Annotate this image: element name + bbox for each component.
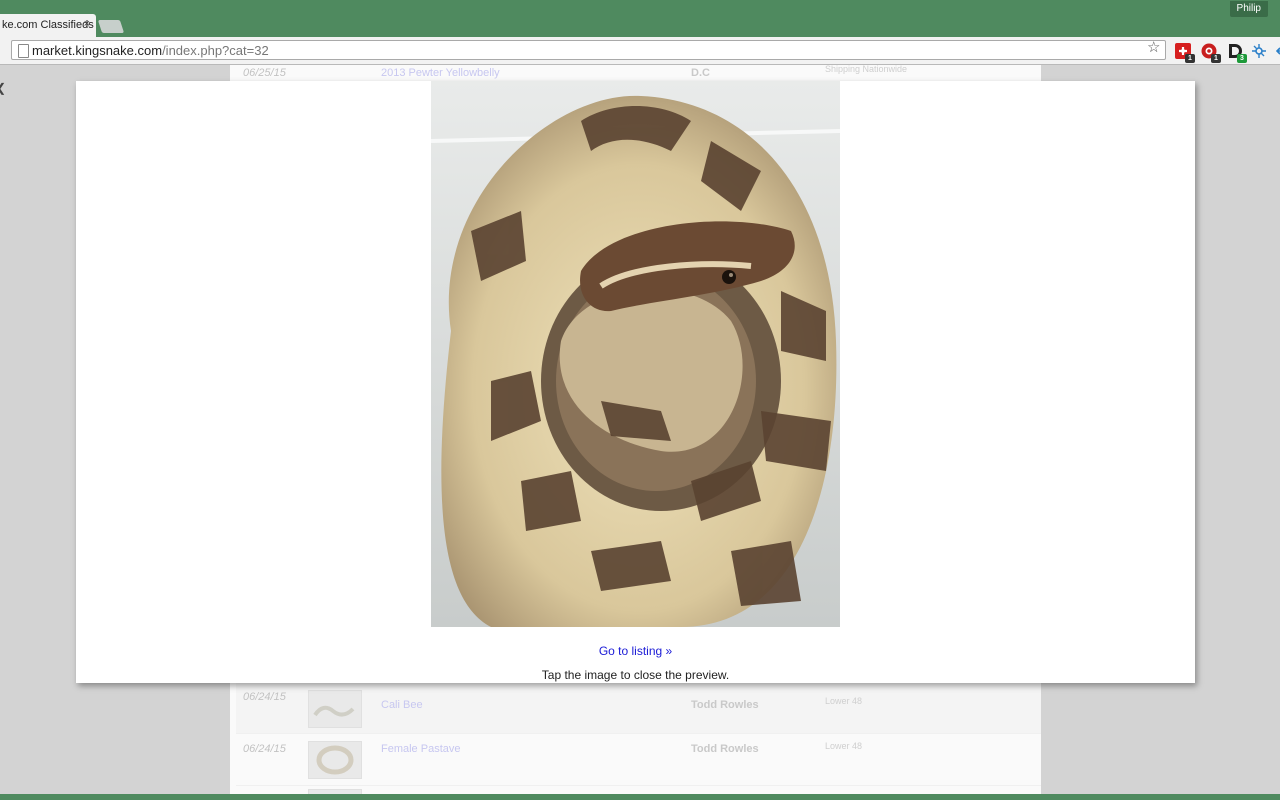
row-date: 06/25/15 (243, 67, 286, 79)
url-host: market.kingsnake.com (32, 43, 163, 58)
row-seller: Todd Rowles (691, 743, 759, 755)
row-shipping: Lower 48 (825, 741, 863, 751)
tab-title: ke.com Classifieds (2, 19, 94, 31)
table-row[interactable]: 06/24/15 Female Pastave Todd Rowles Lowe… (236, 735, 1041, 786)
row-date: 06/24/15 (243, 743, 286, 755)
row-title-link[interactable]: Female Pastave (381, 743, 460, 755)
extension-badge: 1 (1211, 54, 1221, 63)
row-thumbnail[interactable] (308, 741, 362, 779)
url-path: /index.php?cat=32 (162, 43, 269, 58)
preview-image[interactable] (431, 81, 840, 627)
address-bar[interactable]: market.kingsnake.com/index.php?cat=32 (11, 40, 1166, 60)
profile-button[interactable]: Philip (1229, 1, 1268, 17)
close-preview-hint: Tap the image to close the preview. (541, 668, 730, 682)
bookmark-star-icon[interactable]: ☆ (1147, 38, 1160, 56)
tab-close-icon[interactable]: × (84, 18, 90, 30)
row-seller: Todd Rowles (691, 699, 759, 711)
browser-titlebar: ke.com Classifieds × Philip (0, 0, 1280, 37)
row-seller: D.C (691, 67, 710, 79)
overflow-arrow-icon[interactable] (1272, 42, 1280, 60)
row-shipping: Lower 48 (825, 696, 863, 706)
window-bottom-border (0, 794, 1280, 800)
row-title-link[interactable]: Cali Bee (381, 699, 423, 711)
image-preview-modal: Go to listing » Tap the image to close t… (76, 81, 1195, 683)
new-tab-button[interactable] (97, 20, 125, 33)
row-date: 06/24/15 (243, 691, 286, 703)
page-icon (18, 44, 29, 58)
url-text[interactable]: market.kingsnake.com/index.php?cat=32 (32, 43, 269, 58)
go-to-listing-link[interactable]: Go to listing » (76, 644, 1195, 658)
extension-badge: 3 (1237, 54, 1247, 63)
row-title-link[interactable]: 2013 Pewter Yellowbelly (381, 67, 500, 79)
red-circle-icon[interactable]: 1 (1200, 42, 1221, 63)
back-arrow-icon[interactable]: ❮ (0, 81, 6, 95)
row-shipping: Shipping Nationwide (825, 64, 908, 74)
row-thumbnail[interactable] (308, 690, 362, 728)
browser-tab[interactable]: ke.com Classifieds × (0, 14, 96, 37)
network-icon[interactable] (1250, 42, 1268, 60)
d-letter-icon[interactable]: 3 (1226, 42, 1247, 63)
table-row[interactable]: 06/24/15 Cali Bee Todd Rowles Lower 48 (236, 683, 1041, 734)
red-puzzle-icon[interactable]: 1 (1174, 42, 1195, 63)
extension-badge: 1 (1185, 54, 1195, 63)
